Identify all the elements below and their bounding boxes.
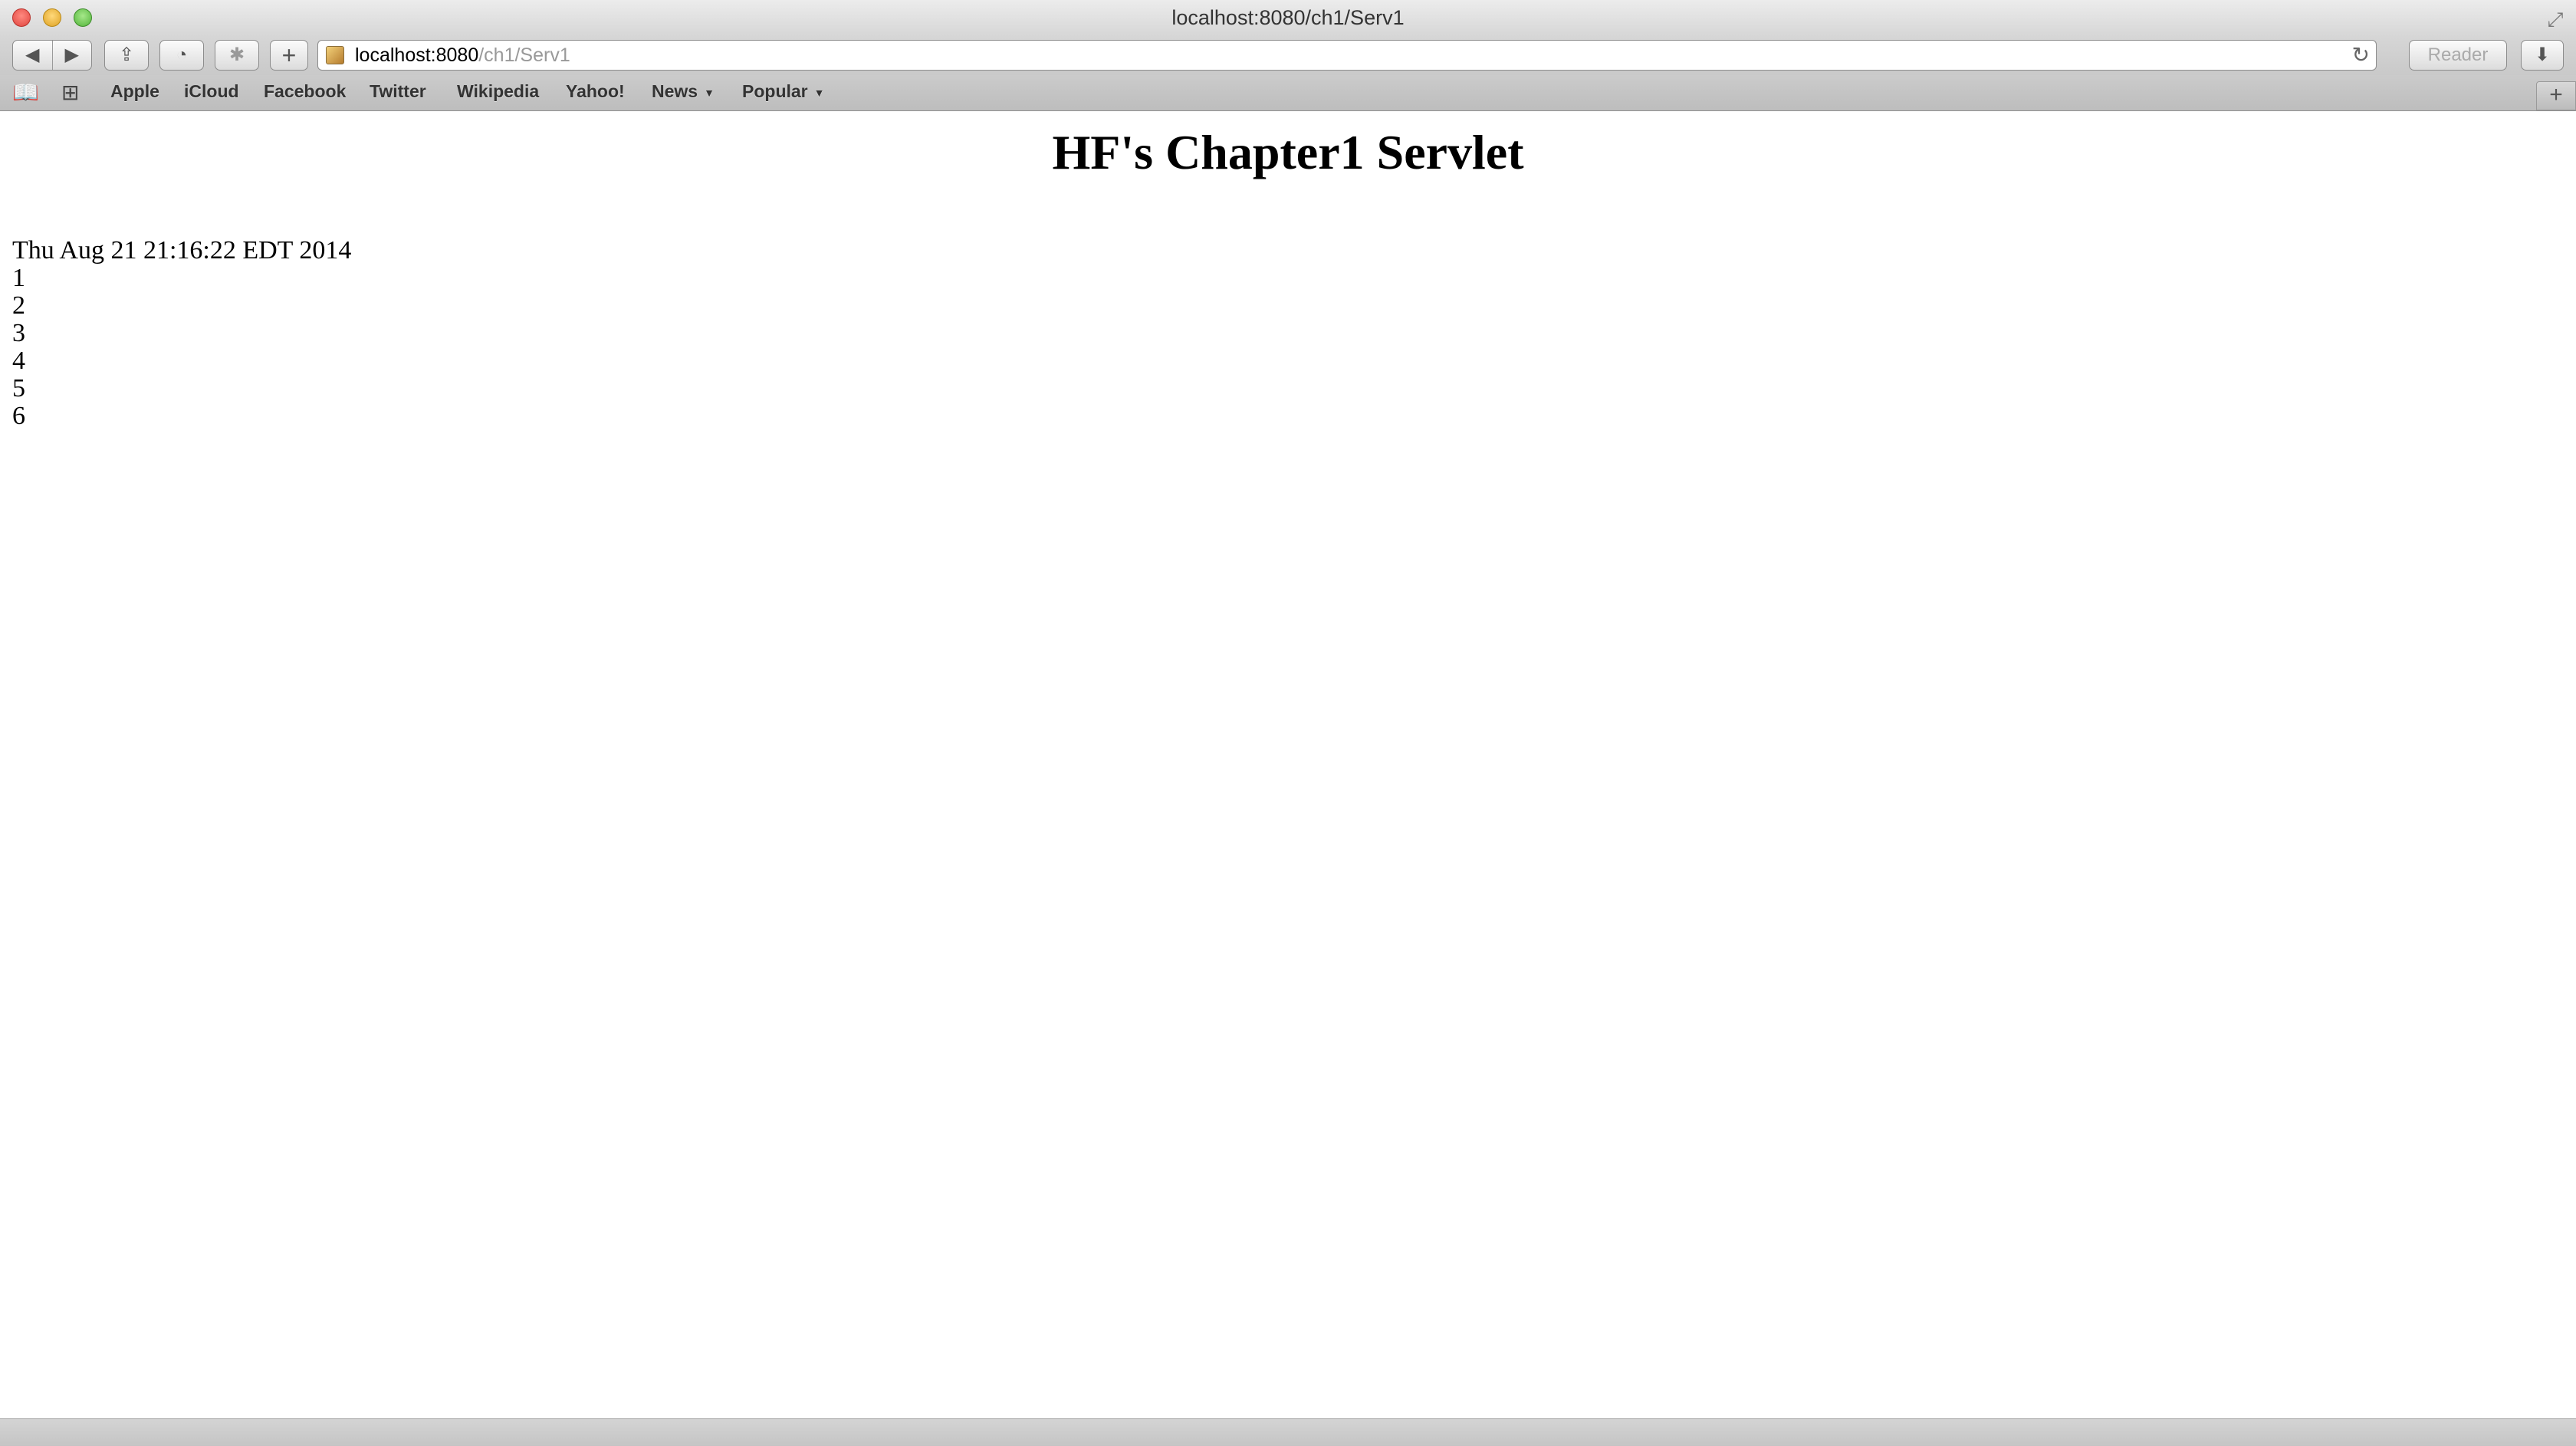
- bookmark-apple[interactable]: Apple: [110, 81, 159, 102]
- url-field[interactable]: localhost:8080/ch1/Serv1: [355, 44, 570, 67]
- share-icon: ⇪: [118, 44, 135, 65]
- bookmark-yahoo[interactable]: Yahoo!: [566, 81, 625, 102]
- extension-button[interactable]: ✱: [215, 40, 259, 71]
- count-line: 4: [12, 347, 25, 375]
- history-icon: ◔: [176, 44, 188, 65]
- bookmark-icloud[interactable]: iCloud: [184, 81, 239, 102]
- top-sites-icon[interactable]: ⊞: [61, 80, 79, 105]
- bookmark-facebook[interactable]: Facebook: [264, 81, 346, 102]
- plus-icon: +: [281, 41, 297, 69]
- downloads-button[interactable]: ⬇: [2521, 40, 2564, 71]
- count-line: 1: [12, 264, 25, 292]
- reading-list-icon[interactable]: 📖: [12, 80, 39, 105]
- count-line: 5: [12, 374, 25, 403]
- plus-icon: +: [2549, 82, 2563, 107]
- bookmark-folder-popular-label: Popular: [742, 81, 808, 101]
- add-bookmark-button[interactable]: +: [270, 40, 308, 71]
- back-forward-group: ◀ ▶: [12, 40, 92, 71]
- history-button[interactable]: ◔: [159, 40, 204, 71]
- bookmark-twitter[interactable]: Twitter: [370, 81, 426, 102]
- bookmark-folder-popular[interactable]: Popular ▼: [742, 81, 824, 102]
- count-line: 6: [12, 402, 25, 430]
- bookmark-wikipedia[interactable]: Wikipedia: [457, 81, 539, 102]
- count-line: 3: [12, 319, 25, 347]
- browser-window: localhost:8080/ch1/Serv1 ⤢ ◀ ▶ ⇪ ◔ ✱ + l…: [0, 0, 2576, 1446]
- share-button[interactable]: ⇪: [104, 40, 149, 71]
- page-title: HF's Chapter1 Servlet: [1052, 125, 1524, 179]
- bookmark-folder-news-label: News: [652, 81, 698, 101]
- new-tab-button[interactable]: +: [2536, 81, 2576, 110]
- page-content: HF's Chapter1 Servlet Thu Aug 21 21:16:2…: [0, 111, 2576, 1418]
- url-path: /ch1/Serv1: [478, 44, 570, 66]
- status-bar: [0, 1418, 2576, 1446]
- forward-icon[interactable]: ▶: [53, 41, 92, 70]
- chevron-down-icon: ▼: [813, 86, 825, 99]
- favicon-icon: [326, 46, 344, 64]
- bookmark-folder-news[interactable]: News ▼: [652, 81, 715, 102]
- url-host: localhost:8080: [355, 44, 479, 66]
- back-icon[interactable]: ◀: [13, 41, 53, 70]
- bookmarks-bar: 📖 ⊞ Apple iCloud Facebook Twitter Wikipe…: [0, 75, 2576, 111]
- page-body: Thu Aug 21 21:16:22 EDT 2014 1 2 3 4 5 6: [12, 237, 351, 430]
- count-line: 2: [12, 291, 25, 320]
- chevron-down-icon: ▼: [704, 86, 715, 99]
- fullscreen-icon[interactable]: ⤢: [2544, 8, 2567, 31]
- timestamp-text: Thu Aug 21 21:16:22 EDT 2014: [12, 236, 352, 265]
- download-icon: ⬇: [2534, 44, 2551, 65]
- reload-icon[interactable]: ↻: [2352, 42, 2370, 67]
- title-bar: localhost:8080/ch1/Serv1 ⤢: [0, 0, 2576, 37]
- window-title: localhost:8080/ch1/Serv1: [1171, 6, 1405, 29]
- address-bar[interactable]: localhost:8080/ch1/Serv1 ↻: [317, 40, 2377, 71]
- reader-button[interactable]: Reader: [2409, 40, 2507, 71]
- extension-icon: ✱: [228, 44, 245, 65]
- toolbar: ◀ ▶ ⇪ ◔ ✱ + localhost:8080/ch1/Serv1 ↻ R…: [0, 37, 2576, 75]
